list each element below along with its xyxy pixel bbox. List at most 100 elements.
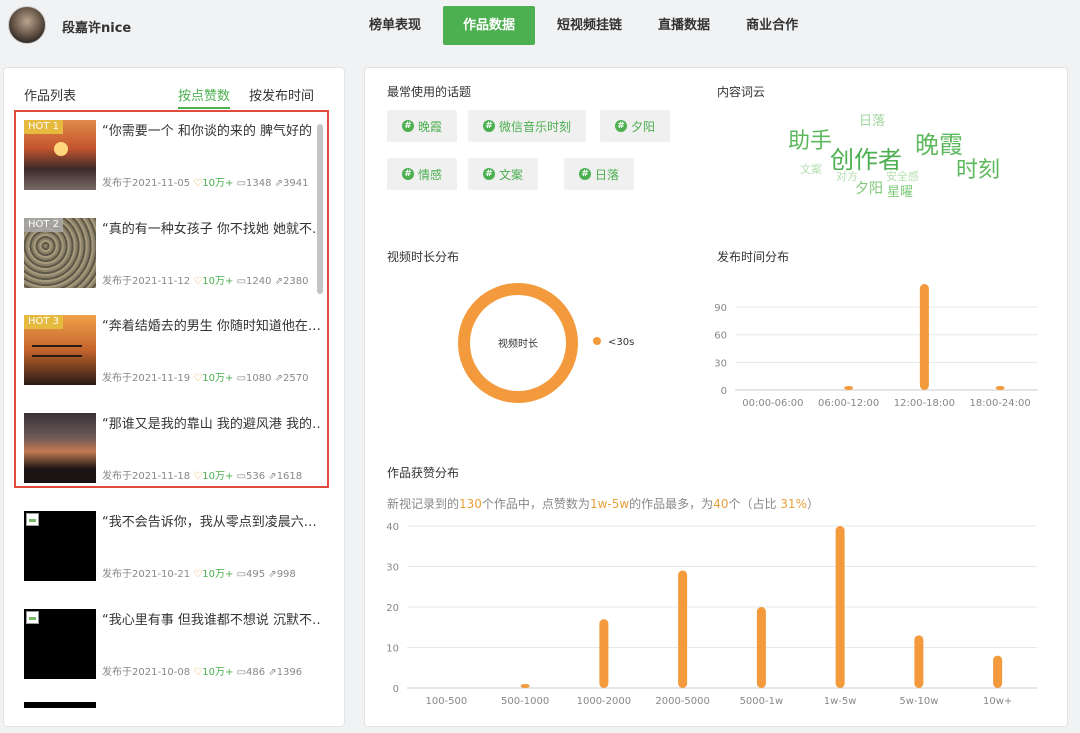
hashtag-icon: # bbox=[402, 120, 414, 132]
hashtag-icon: # bbox=[402, 168, 414, 180]
item-title[interactable]: “我不会告诉你，我从零点到凌晨六… bbox=[102, 511, 320, 530]
publish-time-title: 发布时间分布 bbox=[717, 250, 790, 264]
x-tick-label: 5000-1w bbox=[740, 696, 784, 707]
topic-tag[interactable]: # 微信音乐时刻 bbox=[468, 110, 587, 142]
wordcloud-word: 时刻 bbox=[956, 158, 1001, 183]
list-item[interactable]: “我不会告诉你，我从零点到凌晨六… 发布于2021-10-21 ♡10万+ ▭4… bbox=[24, 507, 324, 587]
video-thumbnail[interactable] bbox=[24, 511, 96, 581]
topic-tag[interactable]: # 情感 bbox=[387, 158, 458, 190]
tab-ranking[interactable]: 榜单表现 bbox=[355, 6, 435, 45]
y-tick-label: 30 bbox=[386, 563, 399, 574]
broken-image-icon bbox=[26, 611, 39, 624]
legend-label[interactable]: <30s bbox=[608, 337, 634, 348]
y-tick-label: 90 bbox=[714, 303, 727, 314]
item-title[interactable]: “那谁又是我的靠山 我的避风港 我的… bbox=[102, 413, 320, 432]
topic-tag[interactable]: # 夕阳 bbox=[600, 110, 671, 142]
video-thumbnail[interactable] bbox=[24, 609, 96, 679]
bar[interactable] bbox=[995, 386, 1005, 390]
x-tick-label: 500-1000 bbox=[501, 696, 549, 707]
hashtag-icon: # bbox=[483, 120, 495, 132]
main-tabs: 榜单表现 作品数据 短视频挂链 直播数据 商业合作 bbox=[355, 6, 820, 45]
x-tick-label: 2000-5000 bbox=[655, 696, 710, 707]
y-tick-label: 40 bbox=[386, 522, 399, 533]
video-thumbnail[interactable]: HOT 3 bbox=[24, 315, 96, 385]
wordcloud-word: 夕阳 bbox=[855, 181, 883, 197]
list-item[interactable]: “那谁又是我的靠山 我的避风港 我的… 发布于2021-11-18 ♡10万+ … bbox=[24, 409, 324, 489]
analytics-panel: 最常使用的话题 # 晚霞 # 微信音乐时刻 # 夕阳 # 情感 # 文案 # 日落 内容词云… bbox=[364, 67, 1068, 727]
wordcloud-word: 日落 bbox=[859, 114, 886, 129]
username: 段嘉许nice bbox=[62, 21, 132, 36]
item-meta: 发布于2021-11-12 ♡10万+ ▭1240 ⇗2380 bbox=[102, 276, 309, 287]
bar[interactable] bbox=[835, 526, 845, 688]
x-tick-label: 1w-5w bbox=[824, 696, 857, 707]
item-title[interactable]: “你需要一个 和你谈的来的 脾气好的 … bbox=[102, 120, 320, 139]
hot-badge: HOT 1 bbox=[24, 120, 64, 134]
y-tick-label: 10 bbox=[386, 644, 399, 655]
x-tick-label: 10w+ bbox=[983, 696, 1012, 707]
hashtag-icon: # bbox=[615, 120, 627, 132]
x-tick-label: 5w-10w bbox=[899, 696, 938, 707]
wordcloud-word: 文案 bbox=[800, 163, 822, 176]
x-tick-label: 06:00-12:00 bbox=[818, 398, 879, 409]
x-tick-label: 00:00-06:00 bbox=[742, 398, 803, 409]
item-meta: 发布于2021-11-18 ♡10万+ ▭536 ⇗1618 bbox=[102, 471, 303, 482]
bar[interactable] bbox=[520, 683, 530, 688]
item-title[interactable]: “真的有一种女孩子 你不找她 她就不… bbox=[102, 218, 320, 237]
bar[interactable] bbox=[756, 607, 766, 688]
tab-works-data[interactable]: 作品数据 bbox=[443, 6, 536, 45]
video-thumbnail[interactable]: HOT 2 bbox=[24, 218, 96, 288]
tab-live-data[interactable]: 直播数据 bbox=[644, 6, 724, 45]
x-tick-label: 12:00-18:00 bbox=[894, 398, 955, 409]
avatar[interactable] bbox=[8, 6, 46, 44]
item-meta: 发布于2021-10-08 ♡10万+ ▭486 ⇗1396 bbox=[102, 667, 303, 678]
item-title[interactable]: “奔着结婚去的男生 你随时知道他在… bbox=[102, 315, 320, 334]
works-list[interactable]: HOT 1 “你需要一个 和你谈的来的 脾气好的 … 发布于2021-11-05… bbox=[14, 108, 334, 708]
video-thumbnail[interactable]: HOT 1 bbox=[24, 120, 96, 190]
y-tick-label: 0 bbox=[393, 684, 399, 695]
duration-title: 视频时长分布 bbox=[387, 250, 460, 264]
video-thumbnail[interactable] bbox=[24, 702, 96, 708]
list-item[interactable]: HOT 2 “真的有一种女孩子 你不找她 她就不… 发布于2021-11-12 … bbox=[24, 214, 324, 294]
item-meta: 发布于2021-11-19 ♡10万+ ▭1080 ⇗2570 bbox=[102, 373, 309, 384]
top-bar: 段嘉许nice 榜单表现 作品数据 短视频挂链 直播数据 商业合作 bbox=[0, 0, 1080, 56]
tab-business[interactable]: 商业合作 bbox=[732, 6, 812, 45]
publish-time-bar-chart: 0 30 60 90 00:00-06:00 06:00-12:00 12:00-18:00… bbox=[714, 284, 1038, 409]
y-tick-label: 60 bbox=[714, 331, 727, 342]
y-tick-label: 0 bbox=[721, 386, 727, 397]
broken-image-icon bbox=[26, 513, 39, 526]
item-meta: 发布于2021-11-05 ♡10万+ ▭1348 ⇗3941 bbox=[102, 178, 309, 189]
item-meta: 发布于2021-10-21 ♡10万+ ▭495 ⇗998 bbox=[102, 569, 296, 580]
topic-tag[interactable]: # 晚霞 bbox=[387, 110, 458, 142]
list-item[interactable]: HOT 1 “你需要一个 和你谈的来的 脾气好的 … 发布于2021-11-05… bbox=[24, 116, 324, 196]
works-list-panel: 作品列表 按点赞数 按发布时间 HOT 1 “你需要一个 和你谈的来的 脾气好的… bbox=[3, 67, 345, 727]
hot-badge: HOT 2 bbox=[24, 218, 64, 232]
y-tick-label: 30 bbox=[714, 358, 727, 369]
list-item[interactable]: “我心里有事 但我谁都不想说 沉默不… 发布于2021-10-08 ♡10万+ … bbox=[24, 605, 324, 685]
topic-tag[interactable]: # 日落 bbox=[564, 158, 635, 190]
x-tick-label: 100-500 bbox=[425, 696, 467, 707]
bar[interactable] bbox=[844, 386, 854, 390]
tab-short-video-links[interactable]: 短视频挂链 bbox=[543, 6, 636, 45]
donut-center-label: 视频时长 bbox=[498, 337, 538, 350]
likes-dist-title: 作品获赞分布 bbox=[387, 466, 460, 480]
x-tick-label: 1000-2000 bbox=[577, 696, 632, 707]
list-item[interactable]: HOT 3 “奔着结婚去的男生 你随时知道他在… 发布于2021-11-19 ♡… bbox=[24, 311, 324, 391]
bar[interactable] bbox=[678, 570, 688, 688]
bar[interactable] bbox=[599, 619, 609, 688]
hot-badge: HOT 3 bbox=[24, 315, 64, 329]
sort-by-likes-tab[interactable]: 按点赞数 bbox=[178, 85, 231, 109]
video-thumbnail[interactable] bbox=[24, 413, 96, 483]
topic-tag[interactable]: # 文案 bbox=[468, 158, 539, 190]
item-title[interactable]: “我心里有事 但我谁都不想说 沉默不… bbox=[102, 609, 320, 628]
likes-summary: 新视记录到的130个作品中，点赞数为1w-5w的作品最多，为40个（占比 31%… bbox=[387, 497, 819, 511]
y-tick-label: 20 bbox=[386, 603, 399, 614]
bar[interactable] bbox=[914, 635, 924, 688]
bar[interactable] bbox=[919, 284, 929, 390]
likes-dist-bar-chart: 0 10 20 30 40 100-500 500-1000 1000-2000 2000-50… bbox=[386, 522, 1037, 707]
works-list-title: 作品列表 bbox=[24, 89, 77, 104]
sort-by-time-tab[interactable]: 按发布时间 bbox=[249, 85, 314, 104]
bar[interactable] bbox=[993, 655, 1003, 688]
list-scrollbar[interactable] bbox=[317, 124, 323, 294]
wordcloud-title: 内容词云 bbox=[717, 85, 766, 99]
wordcloud-word: 助手 bbox=[788, 129, 833, 154]
